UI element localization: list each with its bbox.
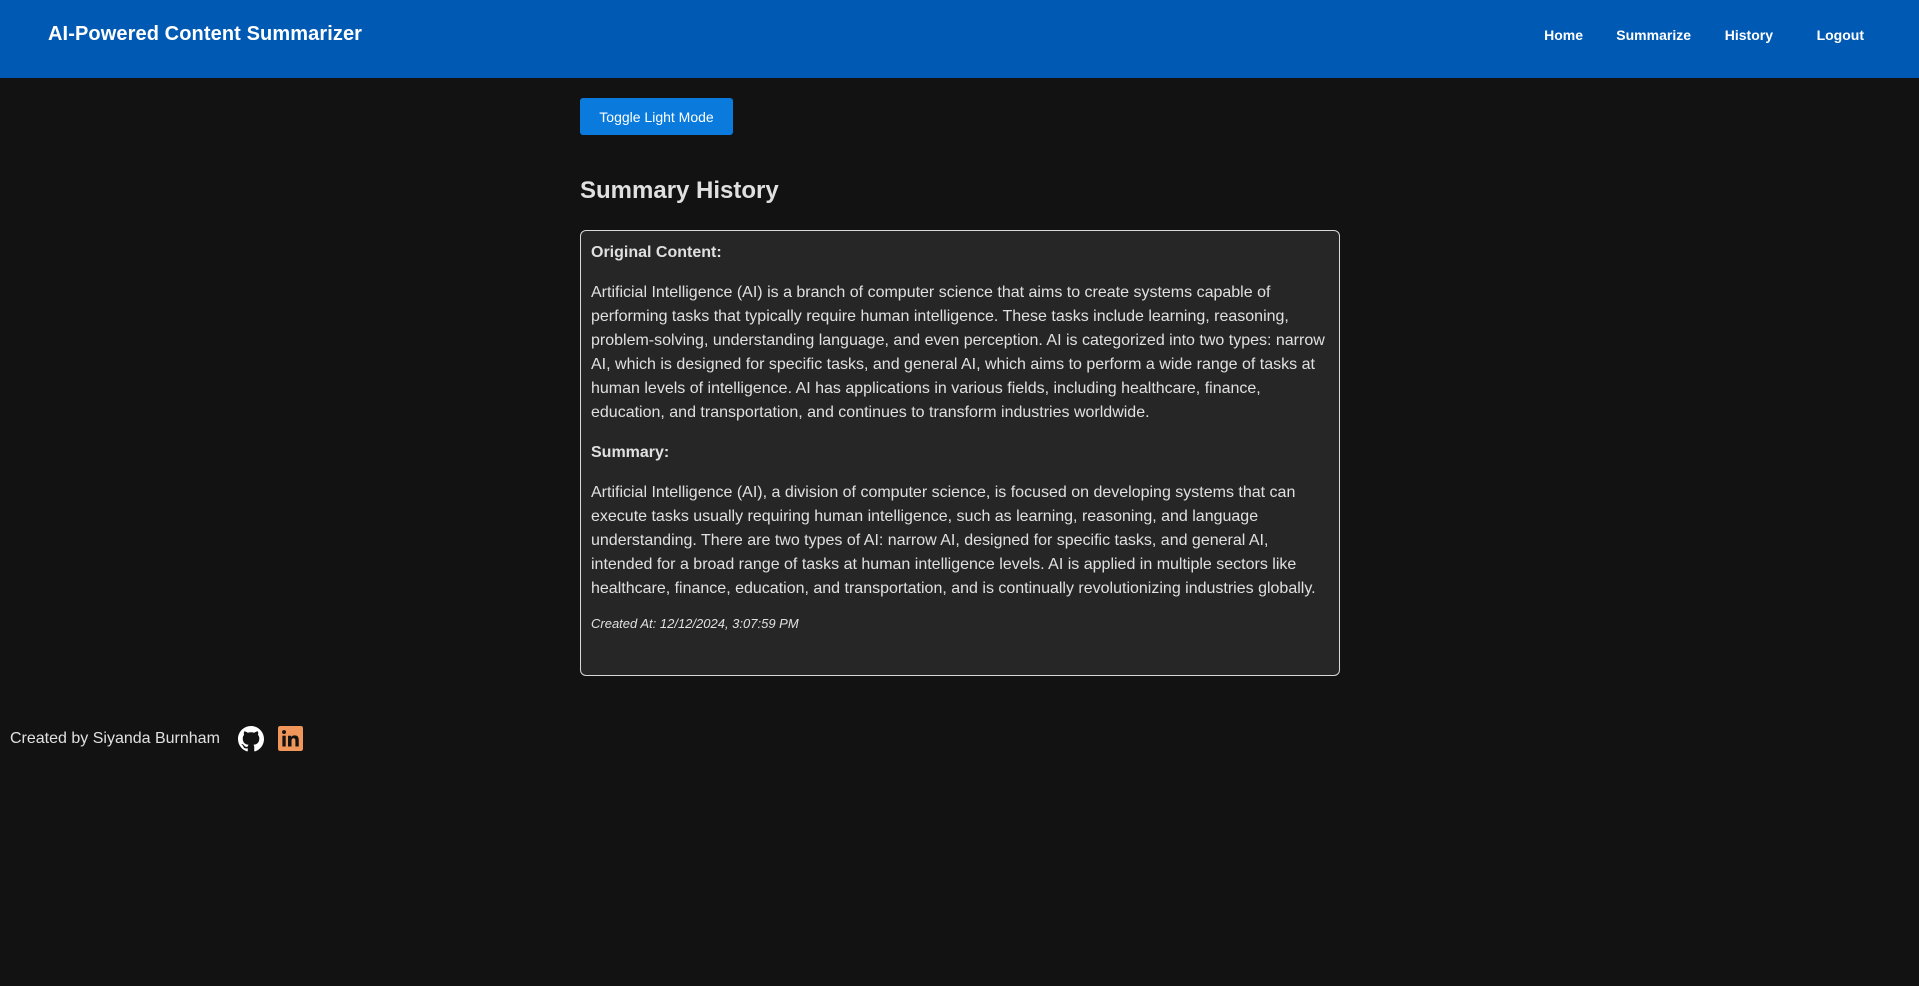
footer-credit: Created by Siyanda Burnham (10, 730, 220, 747)
navbar: AI-Powered Content Summarizer Home Summa… (0, 0, 1919, 78)
nav-link-logout[interactable]: Logout (1817, 27, 1864, 43)
nav-link-summarize[interactable]: Summarize (1616, 27, 1691, 43)
page-title: Summary History (580, 177, 779, 204)
app-title: AI-Powered Content Summarizer (48, 23, 363, 45)
nav-link-home[interactable]: Home (1544, 27, 1583, 43)
summary-history-card: Original Content: Artificial Intelligenc… (580, 230, 1340, 676)
summary-label: Summary: (591, 444, 670, 461)
summary-text: Artificial Intelligence (AI), a division… (591, 484, 1316, 597)
nav-link-history[interactable]: History (1725, 27, 1773, 43)
github-icon[interactable] (238, 726, 264, 752)
toggle-light-mode-button[interactable]: Toggle Light Mode (580, 98, 733, 135)
created-at-timestamp: Created At: 12/12/2024, 3:07:59 PM (591, 616, 799, 631)
original-content-text: Artificial Intelligence (AI) is a branch… (591, 284, 1325, 421)
footer: Created by Siyanda Burnham (10, 724, 330, 754)
linkedin-icon[interactable] (278, 726, 303, 751)
original-content-label: Original Content: (591, 244, 722, 261)
